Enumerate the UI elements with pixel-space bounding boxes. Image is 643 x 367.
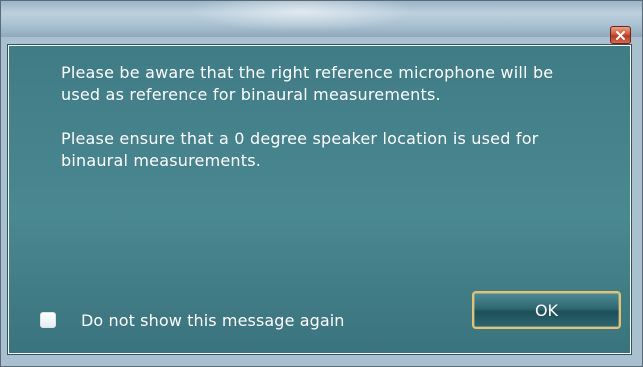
dont-show-again-checkbox[interactable] xyxy=(40,312,56,328)
close-icon xyxy=(616,30,625,40)
title-bar[interactable] xyxy=(1,1,642,44)
message-paragraph-1: Please be aware that the right reference… xyxy=(61,63,554,104)
ok-button[interactable]: OK xyxy=(472,291,621,329)
dialog-message: Please be aware that the right reference… xyxy=(61,62,581,172)
close-button[interactable] xyxy=(610,26,631,44)
dont-show-again-label[interactable]: Do not show this message again xyxy=(81,311,345,330)
dont-show-again-row[interactable]: Do not show this message again xyxy=(40,309,345,331)
message-paragraph-2: Please ensure that a 0 degree speaker lo… xyxy=(61,129,539,170)
